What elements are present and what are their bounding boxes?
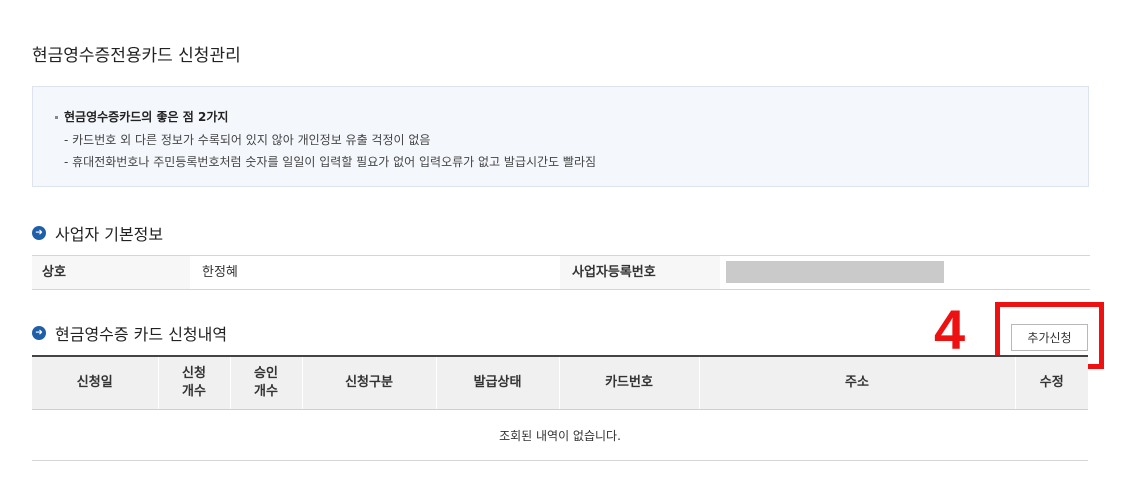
reg-number-value bbox=[720, 256, 1090, 289]
col-apply-date: 신청일 bbox=[32, 355, 158, 410]
col-card-number: 카드번호 bbox=[558, 355, 699, 410]
page-title: 현금영수증전용카드 신청관리 bbox=[32, 46, 241, 66]
col-edit: 수정 bbox=[1014, 355, 1088, 410]
info-heading: 현금영수증카드의 좋은 점 2가지 bbox=[55, 108, 228, 125]
masked-value bbox=[726, 260, 944, 283]
add-application-button[interactable]: 추가신청 bbox=[1011, 324, 1088, 351]
info-line-1: - 카드번호 외 다른 정보가 수록되어 있지 않아 개인정보 유출 걱정이 없… bbox=[64, 133, 431, 147]
reg-number-label: 사업자등록번호 bbox=[560, 256, 720, 289]
info-box: 현금영수증카드의 좋은 점 2가지 - 카드번호 외 다른 정보가 수록되어 있… bbox=[32, 86, 1089, 187]
col-apply-type: 신청구분 bbox=[301, 355, 436, 410]
info-line-2: - 휴대전화번호나 주민등록번호처럼 숫자를 일일이 입력할 필요가 없어 입력… bbox=[64, 155, 597, 169]
col-approved-count: 승인 개수 bbox=[229, 355, 302, 410]
arrow-circle-icon: ➜ bbox=[32, 326, 46, 340]
table-header-row: 신청일 신청 개수 승인 개수 신청구분 발급상태 카드번호 주소 수정 bbox=[32, 355, 1088, 410]
col-apply-count: 신청 개수 bbox=[157, 355, 230, 410]
business-section-title-text: 사업자 기본정보 bbox=[55, 225, 164, 244]
applications-section-title: ➜ 현금영수증 카드 신청내역 bbox=[32, 321, 227, 345]
col-address: 주소 bbox=[698, 355, 1015, 410]
empty-message: 조회된 내역이 없습니다. bbox=[32, 409, 1088, 461]
applications-section-title-text: 현금영수증 카드 신청내역 bbox=[55, 325, 228, 344]
table-row: 조회된 내역이 없습니다. bbox=[32, 409, 1088, 461]
business-info-table: 상호 한정혜 사업자등록번호 bbox=[32, 255, 1090, 290]
bullet-icon bbox=[55, 116, 58, 119]
name-value: 한정혜 bbox=[202, 265, 238, 280]
info-heading-text: 현금영수증카드의 좋은 점 2가지 bbox=[64, 110, 229, 124]
col-issue-status: 발급상태 bbox=[435, 355, 559, 410]
business-section-title: ➜ 사업자 기본정보 bbox=[32, 221, 163, 245]
step-number-marker: 4 bbox=[934, 298, 966, 361]
arrow-circle-icon: ➜ bbox=[32, 226, 46, 240]
name-label: 상호 bbox=[32, 256, 190, 289]
applications-table: 신청일 신청 개수 승인 개수 신청구분 발급상태 카드번호 주소 수정 조회된… bbox=[32, 355, 1088, 461]
